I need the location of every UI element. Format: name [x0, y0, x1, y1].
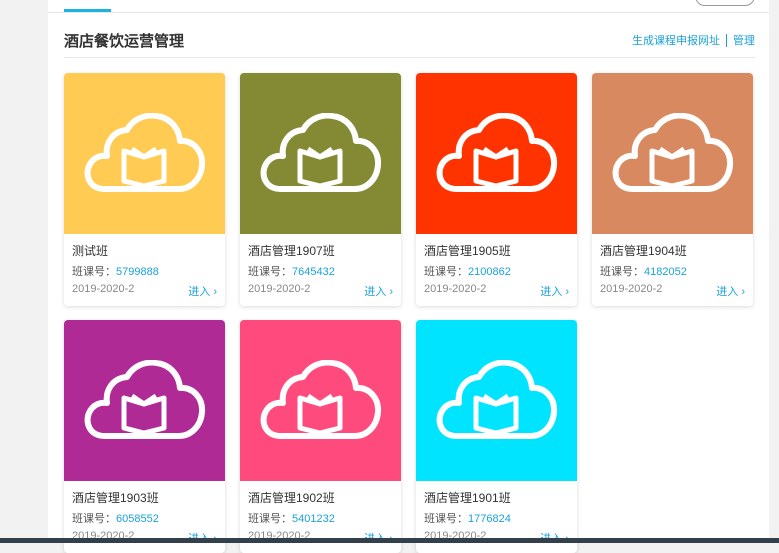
header-links: 生成课程申报网址 管理	[632, 32, 755, 48]
enter-link[interactable]: 进入 ›	[364, 283, 393, 299]
top-right-button[interactable]	[695, 0, 755, 6]
class-card[interactable]: 测试班 班课号：5799888 2019-2020-2 进入 ›	[64, 73, 225, 306]
class-code-label: 班课号：	[424, 513, 468, 525]
class-cover[interactable]	[240, 73, 401, 234]
class-name: 酒店管理1905班	[424, 244, 511, 258]
main-panel: 酒店餐饮运营管理 生成课程申报网址 管理 测试班 班课号：5799888 201…	[48, 0, 769, 553]
class-code: 6058552	[116, 513, 159, 525]
class-code-label: 班课号：	[72, 266, 116, 278]
class-cover[interactable]	[64, 73, 225, 234]
active-tab-indicator	[64, 9, 111, 12]
class-code-row: 班课号：2100862	[424, 263, 511, 279]
enter-label: 进入	[188, 286, 211, 298]
class-cover[interactable]	[240, 320, 401, 481]
class-code-label: 班课号：	[248, 266, 292, 278]
enter-link[interactable]: 进入 ›	[540, 283, 569, 299]
class-code-row: 班课号：5401232	[248, 510, 335, 526]
class-code: 1776824	[468, 513, 511, 525]
enter-label: 进入	[540, 286, 563, 298]
class-cover[interactable]	[416, 73, 577, 234]
class-term: 2019-2020-2	[72, 283, 135, 295]
class-term: 2019-2020-2	[424, 283, 487, 295]
enter-label: 进入	[716, 286, 739, 298]
class-name: 酒店管理1904班	[600, 244, 687, 258]
class-name: 酒店管理1907班	[248, 244, 335, 258]
cloud-book-icon	[84, 360, 206, 439]
link-separator	[726, 33, 727, 47]
section-divider	[64, 57, 755, 58]
class-name: 酒店管理1903班	[72, 491, 159, 505]
class-code-row: 班课号：4182052	[600, 263, 687, 279]
chevron-right-icon: ›	[565, 286, 569, 298]
class-cover[interactable]	[592, 73, 753, 234]
cloud-book-icon	[260, 113, 382, 192]
cloud-book-icon	[436, 360, 558, 439]
chevron-right-icon: ›	[741, 286, 745, 298]
class-name: 酒店管理1901班	[424, 491, 511, 505]
cloud-book-icon	[84, 113, 206, 192]
class-code-label: 班课号：	[424, 266, 468, 278]
class-code-row: 班课号：1776824	[424, 510, 511, 526]
tab-bar	[48, 0, 769, 13]
class-code-row: 班课号：7645432	[248, 263, 335, 279]
bottom-bar	[0, 538, 779, 543]
class-cover[interactable]	[416, 320, 577, 481]
enter-label: 进入	[364, 286, 387, 298]
class-cover[interactable]	[64, 320, 225, 481]
class-code-label: 班课号：	[72, 513, 116, 525]
enter-link[interactable]: 进入 ›	[188, 283, 217, 299]
cloud-book-icon	[436, 113, 558, 192]
class-term: 2019-2020-2	[248, 283, 311, 295]
manage-link[interactable]: 管理	[733, 32, 755, 48]
cloud-book-icon	[612, 113, 734, 192]
class-card[interactable]: 酒店管理1901班 班课号：1776824 2019-2020-2 进入 ›	[416, 320, 577, 553]
chevron-right-icon: ›	[389, 286, 393, 298]
generate-url-link[interactable]: 生成课程申报网址	[632, 32, 720, 48]
class-card[interactable]: 酒店管理1907班 班课号：7645432 2019-2020-2 进入 ›	[240, 73, 401, 306]
chevron-right-icon: ›	[213, 286, 217, 298]
class-code-row: 班课号：6058552	[72, 510, 159, 526]
class-card[interactable]: 酒店管理1904班 班课号：4182052 2019-2020-2 进入 ›	[592, 73, 753, 306]
class-code: 5401232	[292, 513, 335, 525]
class-code: 2100862	[468, 266, 511, 278]
section-title: 酒店餐饮运营管理	[64, 33, 185, 50]
class-card[interactable]: 酒店管理1905班 班课号：2100862 2019-2020-2 进入 ›	[416, 73, 577, 306]
class-card[interactable]: 酒店管理1902班 班课号：5401232 2019-2020-2 进入 ›	[240, 320, 401, 553]
class-code: 7645432	[292, 266, 335, 278]
class-code: 4182052	[644, 266, 687, 278]
class-code-label: 班课号：	[600, 266, 644, 278]
class-code-row: 班课号：5799888	[72, 263, 159, 279]
class-name: 酒店管理1902班	[248, 491, 335, 505]
class-term: 2019-2020-2	[600, 283, 663, 295]
enter-link[interactable]: 进入 ›	[716, 283, 745, 299]
class-name: 测试班	[72, 244, 109, 258]
class-code-label: 班课号：	[248, 513, 292, 525]
class-card[interactable]: 酒店管理1903班 班课号：6058552 2019-2020-2 进入 ›	[64, 320, 225, 553]
class-code: 5799888	[116, 266, 159, 278]
cloud-book-icon	[260, 360, 382, 439]
